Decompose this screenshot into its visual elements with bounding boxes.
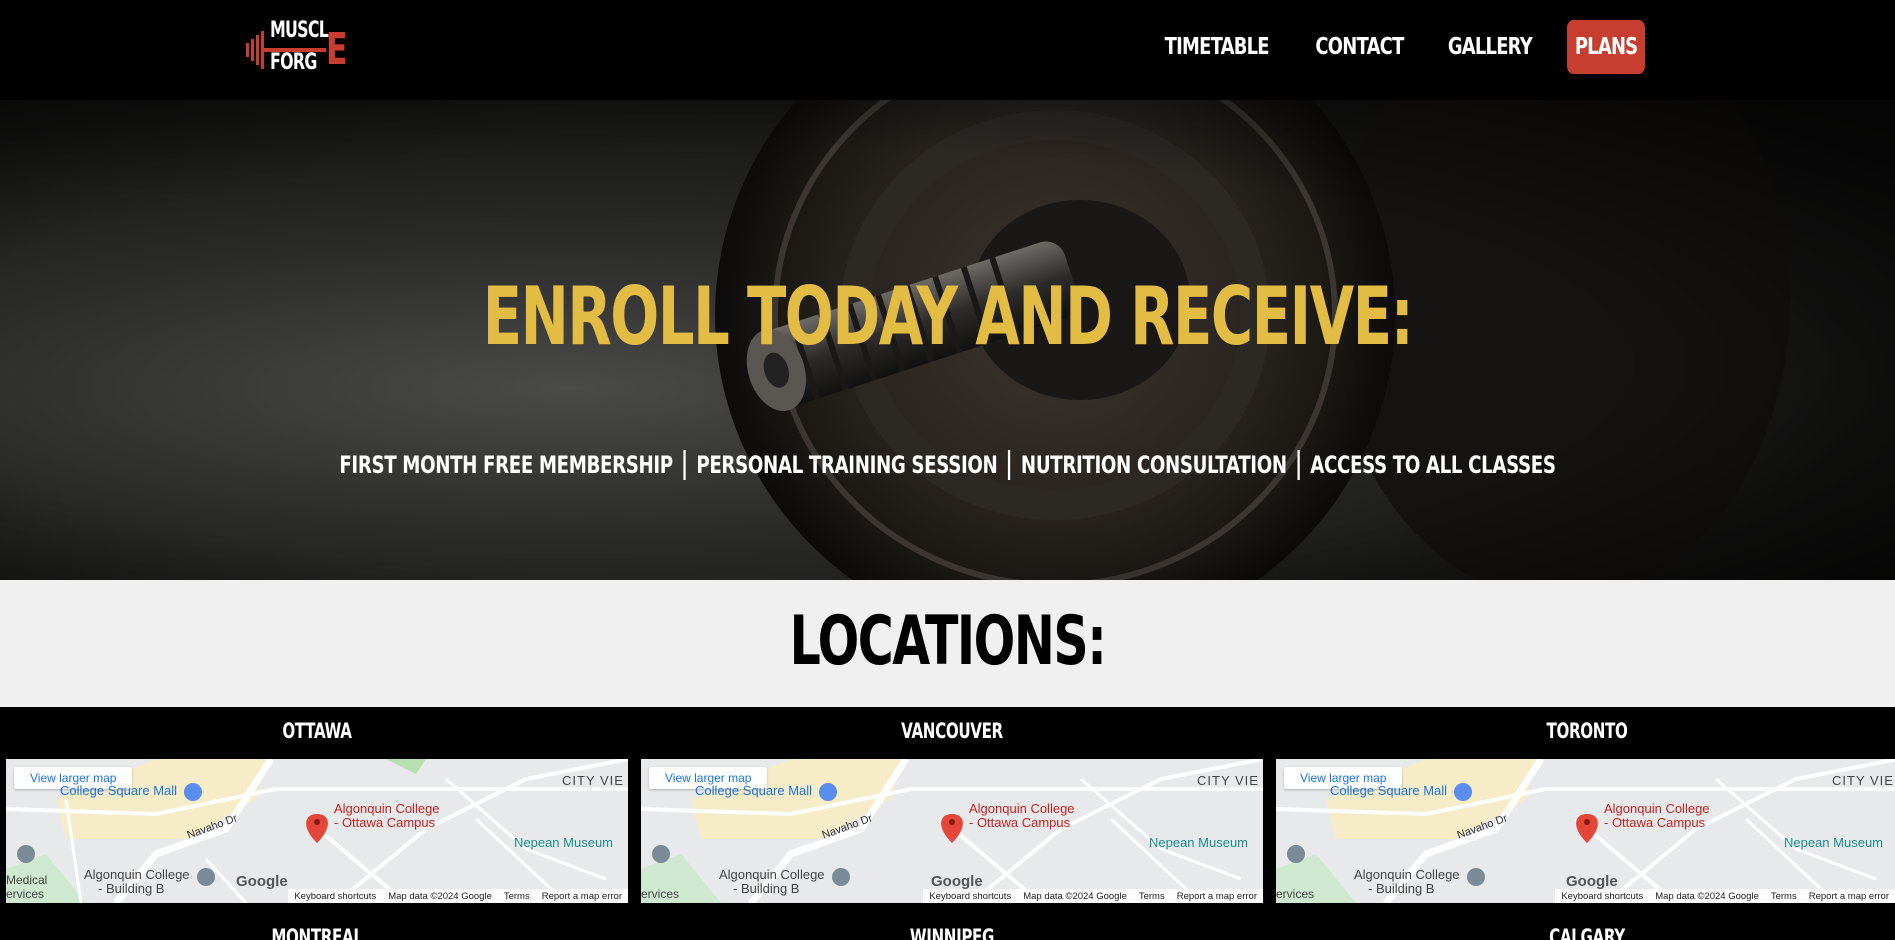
map-footer-data: Map data ©2024 Google: [1655, 890, 1759, 902]
locations-title: LOCATIONS:: [789, 602, 1107, 681]
google-map-embed[interactable]: View larger map College Square Mall Algo…: [1276, 759, 1895, 903]
map-label-city-view: CITY VIE: [562, 773, 624, 788]
perk-divider: [683, 450, 686, 480]
map-label-place-2: - Ottawa Campus: [334, 815, 436, 830]
nav-contact[interactable]: CONTACT: [1316, 34, 1405, 60]
city-name: CALGARY: [1549, 925, 1625, 940]
hero-banner: ENROLL TODAY AND RECEIVE: FIRST MONTH FR…: [0, 100, 1895, 580]
map-footer-shortcuts[interactable]: Keyboard shortcuts: [294, 891, 376, 902]
map-label-mall: College Square Mall: [60, 783, 178, 798]
map-footer-terms[interactable]: Terms: [1771, 891, 1797, 902]
main-nav: TIMETABLE CONTACT GALLERY PLANS: [1150, 20, 1656, 74]
map-footer: Keyboard shortcuts Map data ©2024 Google…: [923, 889, 1263, 903]
perk-personal-training: PERSONAL TRAINING SESSION: [696, 451, 998, 479]
logo-text-bottom: FORG: [270, 50, 317, 75]
map-footer-data: Map data ©2024 Google: [388, 890, 492, 902]
map-label-services: ervices: [6, 887, 45, 901]
location-card-vancouver: VANCOUVER View larger map College Square…: [641, 707, 1263, 940]
map-label-services: ervices: [1276, 887, 1315, 901]
nav-gallery[interactable]: GALLERY: [1448, 34, 1533, 60]
hero-title: ENROLL TODAY AND RECEIVE:: [482, 270, 1414, 363]
locations-header: LOCATIONS:: [0, 580, 1895, 707]
map-footer-report[interactable]: Report a map error: [542, 891, 622, 902]
logo-text-top: MUSCL: [270, 18, 329, 43]
location-card-toronto: TORONTO View larger map College Square M…: [1276, 707, 1895, 940]
perk-all-classes: ACCESS TO ALL CLASSES: [1310, 451, 1556, 479]
google-logo: Google: [931, 873, 983, 890]
hero-perks-list: FIRST MONTH FREE MEMBERSHIP PERSONAL TRA…: [227, 450, 1667, 480]
map-footer: Keyboard shortcuts Map data ©2024 Google…: [288, 889, 628, 903]
map-footer-shortcuts[interactable]: Keyboard shortcuts: [1561, 891, 1643, 902]
map-label-place: Algonquin College: [1604, 801, 1710, 816]
map-footer-report[interactable]: Report a map error: [1809, 891, 1889, 902]
map-label-building-2: - Building B: [733, 881, 800, 896]
map-label-place-2: - Ottawa Campus: [969, 815, 1071, 830]
location-card-ottawa: OTTAWA View larger map College Square Ma…: [6, 707, 628, 940]
city-name: MONTREAL: [271, 925, 363, 940]
map-label-building: Algonquin College: [1354, 867, 1460, 882]
google-map-embed[interactable]: View larger map College Square Mall Algo…: [6, 759, 628, 903]
google-logo: Google: [236, 873, 288, 890]
perk-divider: [1008, 450, 1011, 480]
nav-plans-button[interactable]: PLANS: [1566, 20, 1645, 74]
muscle-forge-logo[interactable]: MUSCL FORG E: [246, 18, 350, 82]
map-footer-report[interactable]: Report a map error: [1177, 891, 1257, 902]
map-label-mall: College Square Mall: [695, 783, 813, 798]
map-label-place: Algonquin College: [969, 801, 1075, 816]
map-label-city-view: CITY VIE: [1832, 773, 1894, 788]
perk-nutrition: NUTRITION CONSULTATION: [1020, 451, 1287, 479]
map-label-building: Algonquin College: [84, 867, 190, 882]
map-label-medical: Medical: [6, 873, 48, 887]
city-name: TORONTO: [1546, 719, 1628, 743]
logo-letter-e: E: [326, 24, 348, 75]
perk-free-month: FIRST MONTH FREE MEMBERSHIP: [339, 451, 673, 479]
google-map-embed[interactable]: View larger map College Square Mall Algo…: [641, 759, 1263, 903]
map-footer-terms[interactable]: Terms: [504, 891, 530, 902]
city-name: WINNIPEG: [909, 925, 995, 940]
map-footer: Keyboard shortcuts Map data ©2024 Google…: [1555, 889, 1895, 903]
map-label-services: ervices: [641, 887, 680, 901]
locations-grid: OTTAWA View larger map College Square Ma…: [0, 707, 1895, 940]
map-footer-data: Map data ©2024 Google: [1023, 890, 1127, 902]
map-label-museum: Nepean Museum: [1784, 835, 1883, 850]
map-label-mall: College Square Mall: [1330, 783, 1448, 798]
map-footer-shortcuts[interactable]: Keyboard shortcuts: [929, 891, 1011, 902]
google-logo: Google: [1566, 873, 1618, 890]
nav-timetable[interactable]: TIMETABLE: [1164, 34, 1269, 60]
map-footer-terms[interactable]: Terms: [1139, 891, 1165, 902]
map-label-place-2: - Ottawa Campus: [1604, 815, 1706, 830]
city-name: VANCOUVER: [901, 719, 1003, 743]
map-label-museum: Nepean Museum: [514, 835, 613, 850]
map-label-building-2: - Building B: [98, 881, 165, 896]
map-label-museum: Nepean Museum: [1149, 835, 1248, 850]
map-label-city-view: CITY VIE: [1197, 773, 1259, 788]
map-label-place: Algonquin College: [334, 801, 440, 816]
map-label-building: Algonquin College: [719, 867, 825, 882]
map-label-building-2: - Building B: [1368, 881, 1435, 896]
site-header: MUSCL FORG E TIMETABLE CONTACT GALLERY P…: [0, 0, 1895, 100]
city-name: OTTAWA: [282, 719, 352, 743]
perk-divider: [1297, 450, 1300, 480]
